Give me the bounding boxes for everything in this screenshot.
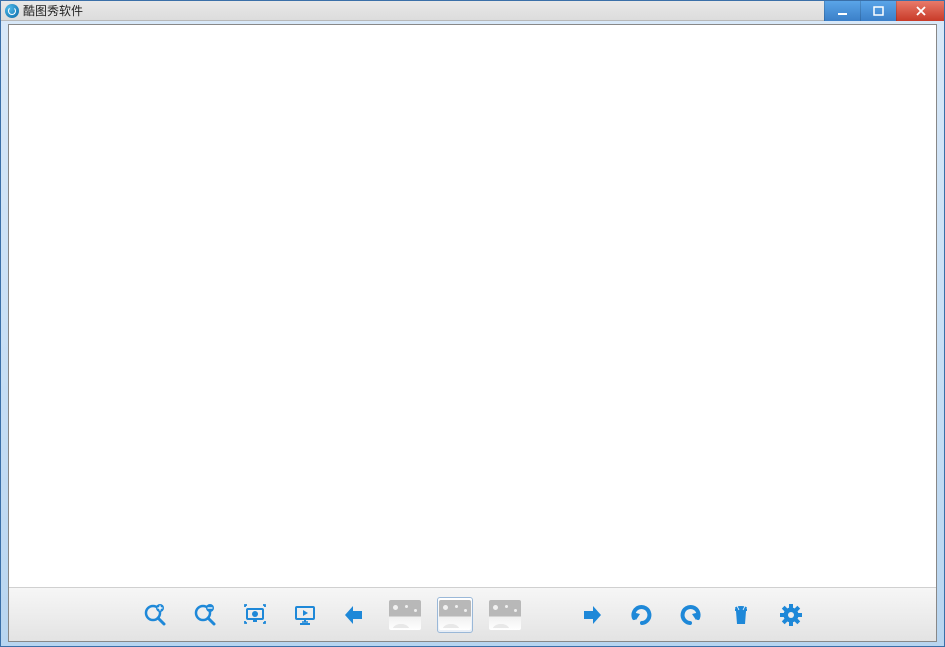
- next-button[interactable]: [573, 597, 609, 633]
- close-icon: [915, 5, 927, 17]
- maximize-icon: [873, 6, 884, 17]
- titlebar[interactable]: 酷图秀软件: [1, 1, 944, 21]
- trash-icon: [728, 602, 754, 628]
- zoom-out-button[interactable]: [187, 597, 223, 633]
- window-controls: [824, 1, 944, 21]
- minimize-button[interactable]: [824, 1, 860, 21]
- close-button[interactable]: [896, 1, 944, 21]
- rotate-left-icon: [628, 602, 654, 628]
- slideshow-icon: [292, 602, 318, 628]
- rotate-left-button[interactable]: [623, 597, 659, 633]
- app-icon: [5, 4, 19, 18]
- app-window: 酷图秀软件: [0, 0, 945, 647]
- rotate-right-button[interactable]: [673, 597, 709, 633]
- window-frame: [1, 21, 944, 646]
- previous-button[interactable]: [337, 597, 373, 633]
- image-icon: [389, 600, 421, 630]
- delete-button[interactable]: [723, 597, 759, 633]
- zoom-in-icon: [142, 602, 168, 628]
- minimize-icon: [837, 6, 848, 17]
- rotate-right-icon: [678, 602, 704, 628]
- image-thumb-c-button[interactable]: [487, 597, 523, 633]
- fit-screen-button[interactable]: [237, 597, 273, 633]
- image-icon: [489, 600, 521, 630]
- zoom-in-button[interactable]: [137, 597, 173, 633]
- fit-screen-icon: [242, 602, 268, 628]
- gear-icon: [778, 602, 804, 628]
- image-icon: [439, 600, 471, 630]
- image-canvas[interactable]: [9, 25, 936, 587]
- image-thumb-b-button[interactable]: [437, 597, 473, 633]
- arrow-left-icon: [342, 602, 368, 628]
- settings-button[interactable]: [773, 597, 809, 633]
- slideshow-button[interactable]: [287, 597, 323, 633]
- arrow-right-icon: [578, 602, 604, 628]
- client-area: [8, 24, 937, 642]
- maximize-button[interactable]: [860, 1, 896, 21]
- window-title: 酷图秀软件: [23, 2, 83, 19]
- zoom-out-icon: [192, 602, 218, 628]
- bottom-toolbar: [9, 587, 936, 641]
- image-thumb-a-button[interactable]: [387, 597, 423, 633]
